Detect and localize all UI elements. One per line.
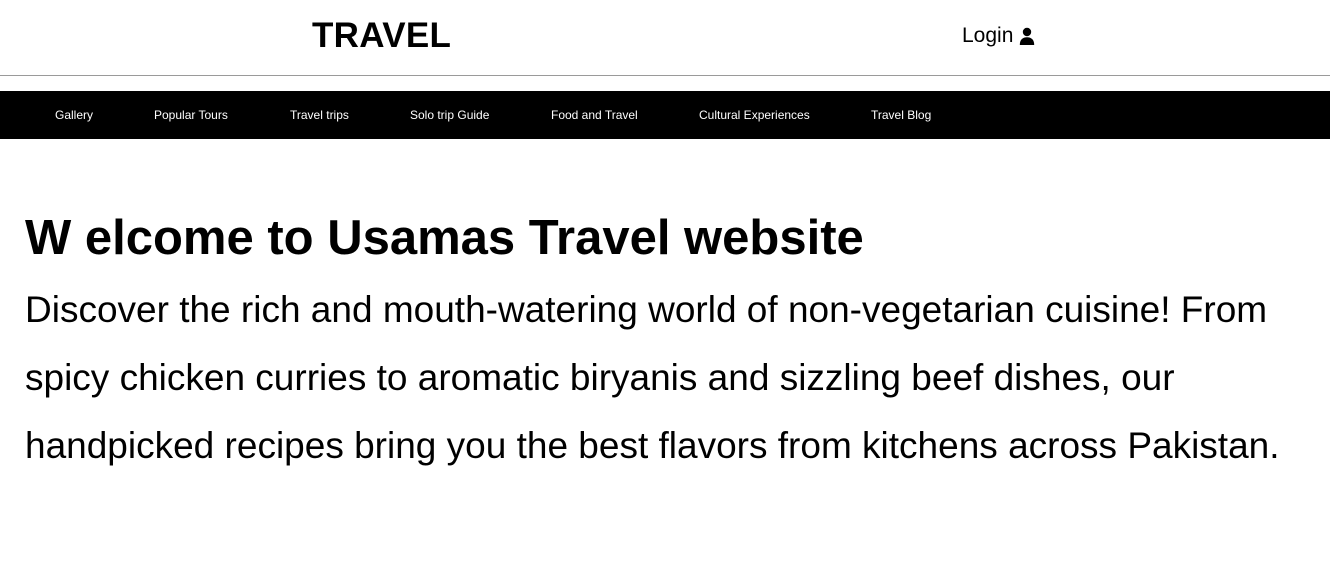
- main-navigation: Gallery Popular Tours Travel trips Solo …: [0, 91, 1330, 139]
- nav-item-popular-tours[interactable]: Popular Tours: [154, 107, 228, 123]
- nav-item-travel-blog[interactable]: Travel Blog: [871, 107, 931, 123]
- nav-item-food-and-travel[interactable]: Food and Travel: [551, 107, 638, 123]
- login-label: Login: [962, 24, 1014, 47]
- page-title: W elcome to Usamas Travel website: [25, 211, 864, 265]
- site-header: TRAVEL Login: [0, 0, 1330, 76]
- user-icon: [1019, 27, 1035, 45]
- intro-paragraph: Discover the rich and mouth-watering wor…: [25, 289, 1280, 466]
- site-logo-text[interactable]: TRAVEL: [312, 16, 451, 56]
- nav-item-gallery[interactable]: Gallery: [55, 107, 93, 123]
- nav-item-cultural-experiences[interactable]: Cultural Experiences: [699, 107, 810, 123]
- login-link[interactable]: Login: [962, 24, 1035, 48]
- main-content: W elcome to Usamas Travel website Discov…: [25, 207, 1325, 480]
- nav-item-solo-trip-guide[interactable]: Solo trip Guide: [410, 107, 489, 123]
- nav-item-travel-trips[interactable]: Travel trips: [290, 107, 349, 123]
